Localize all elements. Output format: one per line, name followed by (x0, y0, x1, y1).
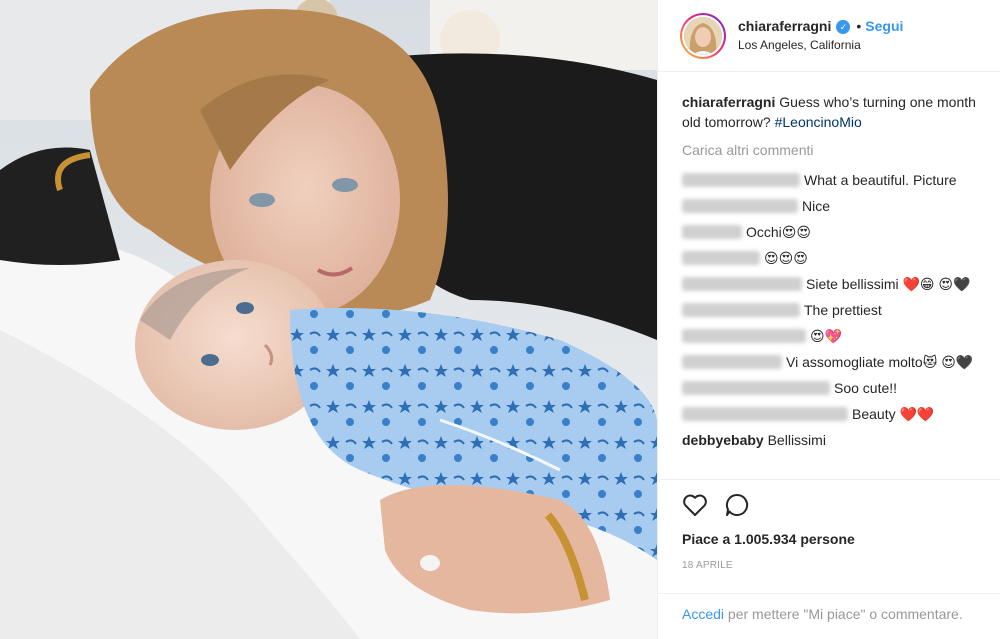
post-photo (0, 0, 657, 639)
list-item: What a beautiful. Picture (682, 170, 984, 190)
instagram-post: chiaraferragni ✓ • Segui Los Angeles, Ca… (0, 0, 1000, 639)
comments-list[interactable]: chiaraferragni Guess who’s turning one m… (658, 72, 1000, 480)
blurred-username (682, 355, 782, 369)
avatar[interactable] (680, 12, 726, 59)
list-item: Siete bellissimi ❤️😁 😍🖤 (682, 274, 984, 294)
list-item: Nice (682, 196, 984, 216)
likes-count[interactable]: Piace a 1.005.934 persone (658, 530, 1000, 548)
post-image (0, 0, 657, 639)
caption-username[interactable]: chiaraferragni (682, 94, 775, 110)
comment-text: Bellissimi (767, 432, 826, 448)
avatar-image (684, 16, 722, 55)
blurred-username (682, 277, 802, 291)
login-link[interactable]: Accedi (682, 606, 724, 622)
location-link[interactable]: Los Angeles, California (738, 38, 903, 53)
post-caption: chiaraferragni Guess who’s turning one m… (682, 92, 984, 132)
post-date: 18 APRILE (682, 560, 733, 571)
verified-badge-icon: ✓ (836, 19, 851, 34)
login-prompt: Accedi per mettere "Mi piace" o commenta… (658, 593, 1000, 639)
blurred-username (682, 381, 830, 395)
heart-icon[interactable] (682, 493, 708, 517)
load-more-comments-button[interactable]: Carica altri commenti (682, 142, 984, 158)
list-item: Beauty ❤️❤️ (682, 404, 984, 424)
list-item: 😍💖 (682, 326, 984, 346)
list-item: Vi assomogliate molto😻 😍🖤 (682, 352, 984, 372)
login-prompt-text: per mettere "Mi piace" o commentare. (727, 606, 963, 622)
list-item: 😍😍😍 (682, 248, 984, 268)
post-sidebar: chiaraferragni ✓ • Segui Los Angeles, Ca… (657, 0, 1000, 639)
comment-icon[interactable] (724, 492, 750, 518)
list-item: Soo cute!! (682, 378, 984, 398)
blurred-username (682, 407, 848, 421)
blurred-username (682, 199, 798, 213)
caption-hashtag[interactable]: #LeoncinoMio (775, 114, 862, 130)
list-item: Occhi😍😍 (682, 222, 984, 242)
blurred-username (682, 173, 800, 187)
post-header: chiaraferragni ✓ • Segui Los Angeles, Ca… (658, 0, 1000, 72)
blurred-username (682, 225, 742, 239)
comment-username[interactable]: debbyebaby (682, 432, 764, 448)
follow-button[interactable]: Segui (865, 18, 903, 36)
list-item: debbyebaby Bellissimi (682, 430, 984, 450)
blurred-username (682, 251, 760, 265)
list-item: The prettiest (682, 300, 984, 320)
blurred-username (682, 303, 800, 317)
post-actions (658, 480, 1000, 530)
username-link[interactable]: chiaraferragni (738, 18, 831, 36)
separator-dot: • (856, 17, 862, 34)
blurred-username (682, 329, 806, 343)
